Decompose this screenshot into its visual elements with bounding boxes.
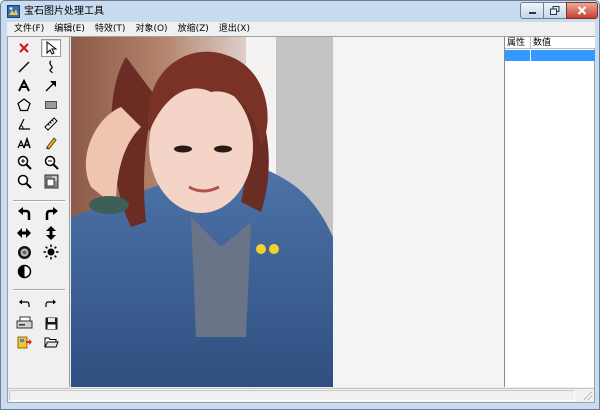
status-cell: [9, 390, 575, 401]
zoom-in-icon: [17, 155, 32, 170]
properties-panel: 属性 数值: [504, 37, 595, 387]
flip-vertical-tool[interactable]: [41, 224, 61, 242]
angle-tool[interactable]: [14, 115, 34, 133]
column-attribute[interactable]: 属性: [505, 37, 531, 48]
menu-object[interactable]: 对象(O): [130, 22, 172, 36]
client-area: 属性 数值: [7, 36, 595, 403]
zoom-fit-tool[interactable]: [14, 172, 34, 190]
minimize-button[interactable]: [520, 2, 544, 19]
flip-horizontal-tool[interactable]: [14, 224, 34, 242]
rotate-right-tool[interactable]: [41, 205, 61, 223]
app-window: 宝石图片处理工具 文件(F) 编辑(E) 特效(T) 对象(O) 放缩(Z) 退…: [0, 0, 600, 410]
zoom-out-icon: [44, 155, 59, 170]
flip-vertical-icon: [46, 226, 56, 240]
properties-header: 属性 数值: [505, 37, 595, 49]
arrow-tool[interactable]: [41, 77, 61, 95]
row-cell-divider: [505, 50, 531, 61]
arrow-icon: [45, 81, 56, 92]
floppy-save-icon: [45, 317, 57, 329]
select-tool[interactable]: [41, 39, 61, 57]
app-icon: [7, 5, 20, 18]
pentagon-icon: [17, 98, 31, 112]
title-bar[interactable]: 宝石图片处理工具: [1, 1, 599, 22]
delete-tool[interactable]: [14, 39, 34, 57]
flip-horizontal-icon: [17, 228, 31, 238]
font-size-icon: [17, 136, 31, 149]
resize-tool[interactable]: [41, 172, 61, 190]
redo-icon: [45, 299, 56, 307]
rectangle-tool[interactable]: [41, 96, 61, 114]
pencil-tool[interactable]: [41, 134, 61, 152]
import-icon: [17, 336, 32, 349]
toolbox-separator-2: [13, 289, 65, 291]
zoom-in-tool[interactable]: [14, 153, 34, 171]
scanner-tool[interactable]: [14, 314, 34, 332]
import-tool[interactable]: [14, 333, 34, 351]
redo-tool[interactable]: [41, 295, 61, 313]
canvas-area[interactable]: [71, 37, 504, 387]
pencil-icon: [46, 137, 57, 150]
blur-circle-icon: [17, 245, 31, 259]
loaded-photo[interactable]: [71, 37, 333, 387]
rotate-left-icon: [17, 206, 30, 220]
line-icon: [18, 61, 30, 73]
zoom-out-tool[interactable]: [41, 153, 61, 171]
window-title: 宝石图片处理工具: [24, 6, 104, 17]
ruler-tool[interactable]: [41, 115, 61, 133]
undo-tool[interactable]: [14, 295, 34, 313]
maximize-button[interactable]: [543, 2, 567, 19]
contrast-tool[interactable]: [14, 262, 34, 280]
restore-icon: [550, 6, 560, 15]
brightness-tool[interactable]: [41, 243, 61, 261]
blur-tool[interactable]: [14, 243, 34, 261]
toolbox-separator: [13, 200, 65, 202]
ruler-icon: [44, 117, 58, 131]
save-tool[interactable]: [41, 314, 61, 332]
minimize-icon: [528, 11, 536, 14]
contrast-icon: [17, 264, 31, 278]
menu-file[interactable]: 文件(F): [9, 22, 49, 36]
close-icon: [577, 6, 587, 15]
menu-bar: 文件(F) 编辑(E) 特效(T) 对象(O) 放缩(Z) 退出(X): [7, 22, 595, 36]
menu-exit[interactable]: 退出(X): [214, 22, 255, 36]
rotate-right-icon: [45, 206, 58, 220]
rotate-left-tool[interactable]: [14, 205, 34, 223]
menu-edit[interactable]: 编辑(E): [49, 22, 90, 36]
resize-image-icon: [44, 174, 58, 188]
cursor-arrow-icon: [46, 41, 57, 55]
resize-grip-icon[interactable]: [581, 389, 593, 401]
text-tool[interactable]: [14, 77, 34, 95]
close-button[interactable]: [566, 2, 598, 19]
curve-tool[interactable]: [41, 58, 61, 76]
menu-effects[interactable]: 特效(T): [90, 22, 131, 36]
menu-zoom[interactable]: 放缩(Z): [173, 22, 214, 36]
open-folder-icon: [43, 337, 59, 347]
line-tool[interactable]: [14, 58, 34, 76]
rectangle-icon: [45, 101, 57, 109]
column-value[interactable]: 数值: [531, 37, 595, 48]
properties-selected-row[interactable]: [505, 50, 595, 61]
curve-icon: [49, 60, 53, 74]
undo-icon: [19, 299, 30, 307]
toolbox: [8, 37, 70, 387]
photo-portrait-icon: [71, 37, 333, 387]
angle-icon: [18, 118, 30, 130]
status-bar: [8, 388, 594, 402]
zoom-icon: [17, 174, 32, 189]
polygon-tool[interactable]: [14, 96, 34, 114]
open-tool[interactable]: [41, 333, 61, 351]
scanner-icon: [16, 316, 32, 329]
red-x-icon: [19, 43, 29, 53]
text-a-icon: [18, 79, 30, 92]
sun-icon: [43, 244, 59, 260]
font-size-tool[interactable]: [14, 134, 34, 152]
